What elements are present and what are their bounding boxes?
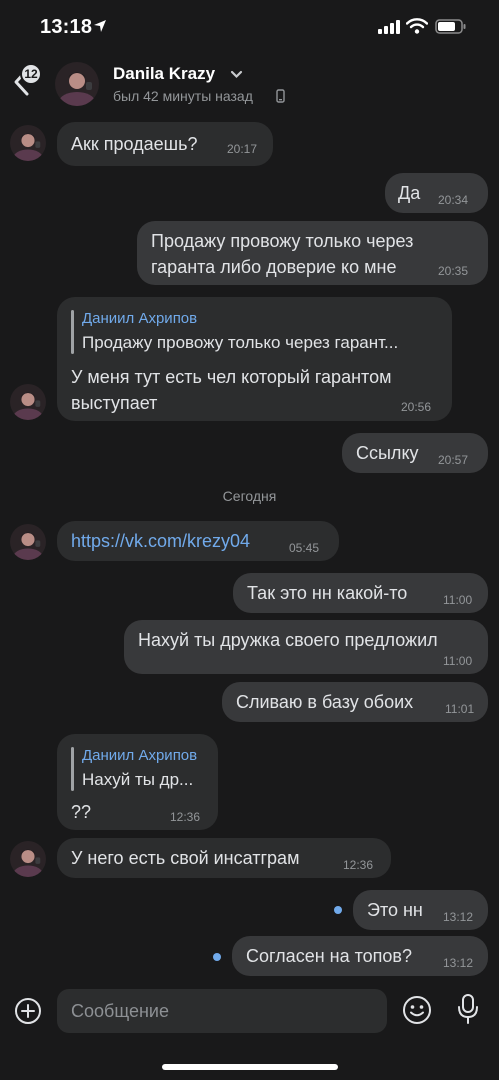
microphone-icon[interactable] — [456, 993, 480, 1025]
message-time: 11:00 — [443, 593, 473, 607]
message-time: 12:36 — [343, 858, 374, 872]
message-time: 11:00 — [443, 654, 473, 668]
signal-icon — [378, 20, 400, 34]
message-text: Так это нн какой-то — [247, 583, 408, 603]
sender-avatar[interactable] — [10, 125, 46, 161]
message-time: 13:12 — [443, 910, 474, 924]
unread-indicator — [213, 953, 221, 961]
message-text: Ссылку — [356, 443, 419, 463]
message-text: Сливаю в базу обоих — [236, 692, 414, 712]
message-time: 20:57 — [438, 453, 469, 467]
message-bubble[interactable]: Так это нн какой-то 11:00 — [233, 573, 488, 613]
message-bubble[interactable]: Даниил Ахрипов Продажу провожу только че… — [57, 297, 452, 421]
reply-author[interactable]: Даниил Ахрипов — [82, 310, 197, 327]
contact-avatar[interactable] — [55, 62, 99, 106]
message-text: Акк продаешь? — [71, 134, 198, 154]
message-time: 20:34 — [438, 193, 469, 207]
message-text: У него есть свой инсатграм — [71, 848, 300, 868]
message-input[interactable] — [71, 989, 371, 1033]
sender-avatar[interactable] — [10, 524, 46, 560]
status-time: 13:18 — [40, 16, 93, 38]
message-bubble[interactable]: У него есть свой инсатграм 12:36 — [57, 838, 391, 878]
message-text-line: Продажу провожу только через — [151, 231, 414, 251]
sender-avatar[interactable] — [10, 384, 46, 420]
message-text: Это нн — [367, 900, 423, 920]
reply-text[interactable]: Продажу провожу только через гарант... — [82, 333, 398, 353]
message-time: 20:17 — [227, 142, 258, 156]
chevron-down-icon[interactable] — [230, 70, 243, 79]
sender-avatar[interactable] — [10, 841, 46, 877]
date-separator: Сегодня — [222, 488, 277, 504]
reply-quote-bar — [71, 310, 74, 354]
message-text: Нахуй ты дружка своего предложил — [138, 630, 438, 650]
message-time: 20:35 — [438, 264, 469, 278]
message-bubble[interactable]: Даниил Ахрипов Нахуй ты др... ?? 12:36 — [57, 734, 218, 830]
message-bubble[interactable]: Согласен на топов? 13:12 — [232, 936, 488, 976]
message-bubble[interactable]: Нахуй ты дружка своего предложил 11:00 — [124, 620, 488, 674]
contact-last-seen: был 42 минуты назад — [113, 88, 253, 104]
reply-text[interactable]: Нахуй ты др... — [82, 770, 193, 790]
home-indicator — [162, 1064, 338, 1070]
message-time: 12:36 — [170, 810, 201, 824]
message-text-line: выступает — [71, 393, 158, 413]
message-bubble[interactable]: Сливаю в базу обоих 11:01 — [222, 682, 488, 722]
message-bubble[interactable]: Это нн 13:12 — [353, 890, 488, 930]
phone-icon — [276, 89, 285, 103]
message-bubble[interactable]: https://vk.com/krezy04 05:45 — [57, 521, 339, 561]
message-text: Да — [398, 183, 421, 203]
reply-author[interactable]: Даниил Ахрипов — [82, 747, 197, 764]
message-text: Согласен на топов? — [246, 946, 412, 966]
battery-icon — [435, 19, 466, 34]
reply-quote-bar — [71, 747, 74, 791]
contact-name[interactable]: Danila Krazy — [113, 64, 215, 84]
message-text-line: У меня тут есть чел который гарантом — [71, 367, 392, 387]
message-text-line: гаранта либо доверие ко мне — [151, 257, 397, 277]
message-bubble[interactable]: Да 20:34 — [385, 173, 488, 213]
message-link[interactable]: https://vk.com/krezy04 — [71, 528, 250, 554]
plus-icon[interactable] — [14, 997, 42, 1025]
unread-indicator — [334, 906, 342, 914]
wifi-icon — [406, 18, 428, 34]
message-bubble[interactable]: Продажу провожу только через гаранта либ… — [137, 221, 488, 285]
unread-count-badge: 12 — [20, 63, 42, 85]
message-bubble[interactable]: Акк продаешь? 20:17 — [57, 122, 273, 166]
location-arrow-icon — [94, 20, 106, 32]
message-bubble[interactable]: Ссылку 20:57 — [342, 433, 488, 473]
message-composer[interactable] — [57, 989, 387, 1033]
message-time: 20:56 — [401, 400, 432, 414]
chat-screen: 13:18 12 Danila Krazy был 42 минуты наза… — [0, 0, 499, 1080]
message-text: ?? — [71, 802, 92, 822]
message-time: 05:45 — [289, 541, 320, 555]
message-time: 13:12 — [443, 956, 474, 970]
emoji-icon[interactable] — [402, 995, 432, 1025]
message-time: 11:01 — [445, 702, 475, 716]
